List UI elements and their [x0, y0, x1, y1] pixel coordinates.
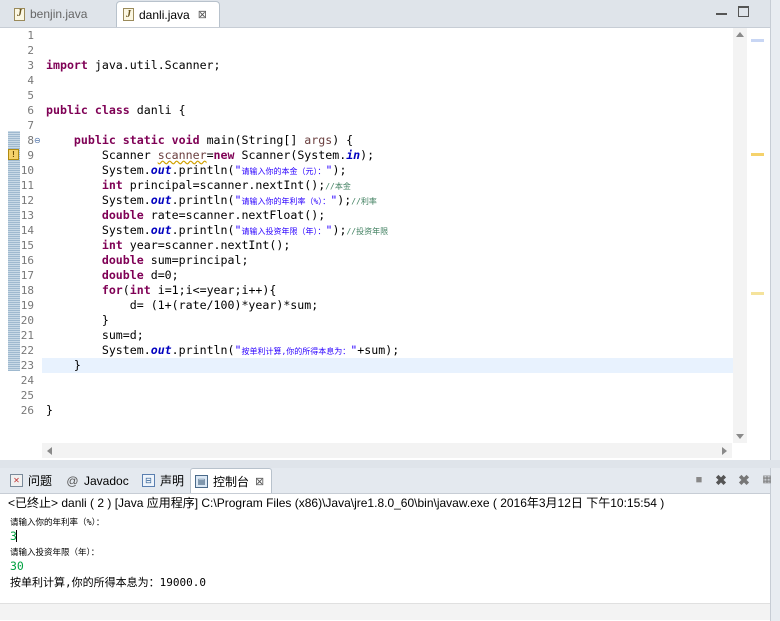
line-number: 20: [20, 314, 34, 327]
right-trim-strip: [770, 0, 780, 621]
line-number-ruler: 1 2 3 4 5 6 7 8 9 10 11 12 13 14 15 16 17 18 19 20 21 22 23 24 2…: [20, 28, 42, 443]
line-number: 6: [27, 104, 34, 117]
code-line-8: public static void main(String[] args) {: [73, 133, 354, 147]
line-number: 18: [20, 284, 34, 297]
line-number: 3: [27, 59, 34, 72]
minimize-icon[interactable]: [716, 7, 727, 15]
tab-javadoc[interactable]: @ Javadoc: [62, 468, 133, 493]
line-number: 25: [20, 389, 34, 402]
at-icon: @: [66, 473, 79, 488]
code-line-17: double d=0;: [101, 268, 179, 282]
collapse-toggle-icon[interactable]: ⊖: [34, 133, 41, 148]
code-line-21: sum=d;: [101, 328, 144, 342]
problems-icon: ✕: [10, 474, 23, 487]
line-number: 8: [27, 134, 34, 147]
maximize-icon[interactable]: [738, 6, 749, 17]
line-number: 23: [20, 359, 34, 372]
scroll-right-arrow-icon[interactable]: [722, 447, 727, 455]
code-line-9: Scanner scanner=new Scanner(System.in);: [101, 148, 375, 162]
code-line-3: import java.util.Scanner;: [46, 58, 221, 72]
line-number: 14: [20, 224, 34, 237]
clear-console-icon[interactable]: ▦: [760, 473, 774, 487]
line-number: 1: [27, 29, 34, 42]
scroll-down-arrow-icon[interactable]: [736, 434, 744, 439]
code-line-16: double sum=principal;: [101, 253, 249, 267]
overview-marker[interactable]: [751, 292, 764, 295]
console-line: 请输入投资年限（年）：: [10, 548, 100, 558]
overview-ruler[interactable]: [748, 28, 768, 443]
line-number: 2: [27, 44, 34, 57]
editor-horizontal-scrollbar[interactable]: [42, 443, 732, 458]
console-input-line: 30: [10, 559, 24, 573]
panel-sash[interactable]: [0, 460, 780, 468]
code-line-12: System.out.println("请输入你的年利率（%）：");//利率: [101, 193, 377, 207]
line-number: 24: [20, 374, 34, 387]
line-number: 9: [27, 149, 34, 162]
close-console-icon[interactable]: ⊠: [255, 475, 264, 488]
remove-launch-icon[interactable]: ✖: [714, 473, 728, 487]
code-line-22: System.out.println("按单利计算,你的所得本息为："+sum)…: [101, 343, 400, 357]
editor-tab-bar: J benjin.java J danli.java ⊠: [0, 0, 780, 28]
console-line: 请输入你的年利率（%）：: [10, 518, 105, 528]
warning-overview-marker[interactable]: [751, 153, 764, 156]
code-line-6: public class danli {: [46, 103, 186, 117]
panel-tab-bar: ✕ 问题 @ Javadoc ⊟ 声明 ▤ 控制台 ⊠ ■ ✖ ✖ ▦: [0, 468, 772, 494]
line-number: 17: [20, 269, 34, 282]
code-line-23-current: }: [42, 358, 736, 373]
console-horizontal-scrollbar[interactable]: [0, 603, 770, 620]
line-number: 26: [20, 404, 34, 417]
text-caret: [16, 530, 17, 542]
java-file-icon: J: [14, 7, 25, 21]
terminate-icon[interactable]: ■: [692, 473, 706, 487]
java-file-icon: J: [123, 8, 134, 21]
line-number: 22: [20, 344, 34, 357]
code-line-11: int principal=scanner.nextInt();//本金: [101, 178, 351, 192]
editor-vertical-scrollbar[interactable]: [733, 28, 747, 443]
line-number: 19: [20, 299, 34, 312]
code-editor[interactable]: import java.util.Scanner; public class d…: [42, 28, 736, 443]
console-output[interactable]: 请输入你的年利率（%）： 3 请输入投资年限（年）： 30 按单利计算,你的所得…: [0, 512, 770, 602]
tab-benjin-java[interactable]: J benjin.java: [8, 2, 93, 26]
line-number: 13: [20, 209, 34, 222]
close-tab-icon[interactable]: ⊠: [198, 8, 207, 21]
remove-all-terminated-icon[interactable]: ✖: [737, 473, 751, 487]
code-line-26: }: [46, 403, 53, 417]
tab-label: danli.java: [139, 7, 190, 22]
code-line-20: }: [101, 313, 109, 327]
line-number: 7: [27, 119, 34, 132]
code-line-14: System.out.println("请输入投资年限（年）：");//投资年限: [101, 223, 389, 237]
scroll-up-arrow-icon[interactable]: [736, 32, 744, 37]
scroll-left-arrow-icon[interactable]: [47, 447, 52, 455]
line-number: 4: [27, 74, 34, 87]
code-line-13: double rate=scanner.nextFloat();: [101, 208, 326, 222]
console-icon: ▤: [195, 474, 208, 488]
line-number: 12: [20, 194, 34, 207]
code-line-18: for(int i=1;i<=year;i++){: [101, 283, 277, 297]
line-number: 10: [20, 164, 34, 177]
declaration-icon: ⊟: [142, 474, 155, 487]
tab-problems[interactable]: ✕ 问题: [6, 468, 56, 493]
tab-label: benjin.java: [30, 7, 88, 21]
overview-marker[interactable]: [751, 39, 764, 42]
line-number: 11: [20, 179, 34, 192]
code-line-15: int year=scanner.nextInt();: [101, 238, 291, 252]
line-number: 5: [27, 89, 34, 102]
console-process-label: <已终止> danli ( 2 ) [Java 应用程序] C:\Program…: [8, 496, 665, 510]
code-line-19: d= (1+(rate/100)*year)*sum;: [129, 298, 319, 312]
line-number: 21: [20, 329, 34, 342]
line-number: 15: [20, 239, 34, 252]
line-number: 16: [20, 254, 34, 267]
tab-danli-java[interactable]: J danli.java ⊠: [116, 1, 220, 27]
tab-declaration[interactable]: ⊟ 声明: [138, 468, 188, 493]
tab-console[interactable]: ▤ 控制台 ⊠: [190, 468, 272, 493]
code-line-10: System.out.println("请输入你的本金（元）：");: [101, 163, 347, 177]
console-result-line: 按单利计算,你的所得本息为：19000.0: [10, 576, 206, 589]
